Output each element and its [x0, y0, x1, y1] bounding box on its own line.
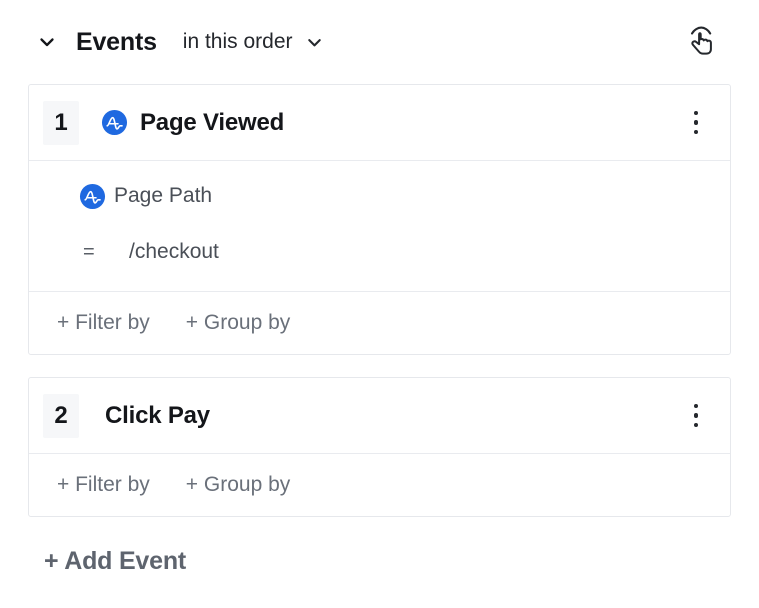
- filter-property-row[interactable]: Page Path: [79, 179, 710, 213]
- filter-value[interactable]: /checkout: [129, 240, 219, 264]
- event-add-row: + Filter by + Group by: [29, 292, 730, 354]
- amplitude-logo-icon: [79, 183, 106, 210]
- add-group-by-button[interactable]: + Group by: [186, 311, 290, 335]
- event-name: Click Pay: [105, 401, 210, 429]
- event-step-number: 2: [43, 393, 79, 438]
- chevron-down-icon[interactable]: [36, 31, 58, 53]
- add-group-by-button[interactable]: + Group by: [186, 473, 290, 497]
- filter-operator[interactable]: =: [79, 241, 129, 264]
- event-card-header[interactable]: 2 Click Pay: [29, 378, 730, 454]
- events-panel: Events in this order 1 Page Viewed Page …: [0, 0, 759, 608]
- event-order-selector[interactable]: in this order: [183, 30, 325, 54]
- event-card-header[interactable]: 1 Page Viewed: [29, 85, 730, 161]
- add-filter-button[interactable]: + Filter by: [57, 473, 150, 497]
- filter-property-name: Page Path: [114, 184, 213, 207]
- event-name: Page Viewed: [140, 108, 285, 136]
- kebab-menu-icon[interactable]: [682, 399, 710, 433]
- events-panel-header: Events in this order: [0, 0, 759, 84]
- amplitude-logo-icon: [101, 109, 128, 136]
- event-step-number: 1: [43, 100, 79, 145]
- add-event-button[interactable]: + Add Event: [44, 547, 186, 576]
- tap-hand-icon[interactable]: [681, 22, 721, 62]
- event-add-row: + Filter by + Group by: [29, 454, 730, 516]
- event-card[interactable]: 2 Click Pay + Filter by + Group by: [28, 377, 731, 517]
- event-filter-body: Page Path = /checkout: [29, 161, 730, 292]
- page-title: Events: [76, 27, 157, 56]
- event-order-label: in this order: [182, 30, 293, 53]
- add-filter-button[interactable]: + Filter by: [57, 311, 150, 335]
- kebab-menu-icon[interactable]: [682, 106, 710, 140]
- filter-condition-row[interactable]: = /checkout: [79, 235, 710, 269]
- chevron-down-icon: [305, 32, 325, 52]
- event-card[interactable]: 1 Page Viewed Page Path = /checkout + Fi…: [28, 84, 731, 355]
- add-event-row: + Add Event: [0, 539, 759, 576]
- events-list: 1 Page Viewed Page Path = /checkout + Fi…: [0, 84, 759, 517]
